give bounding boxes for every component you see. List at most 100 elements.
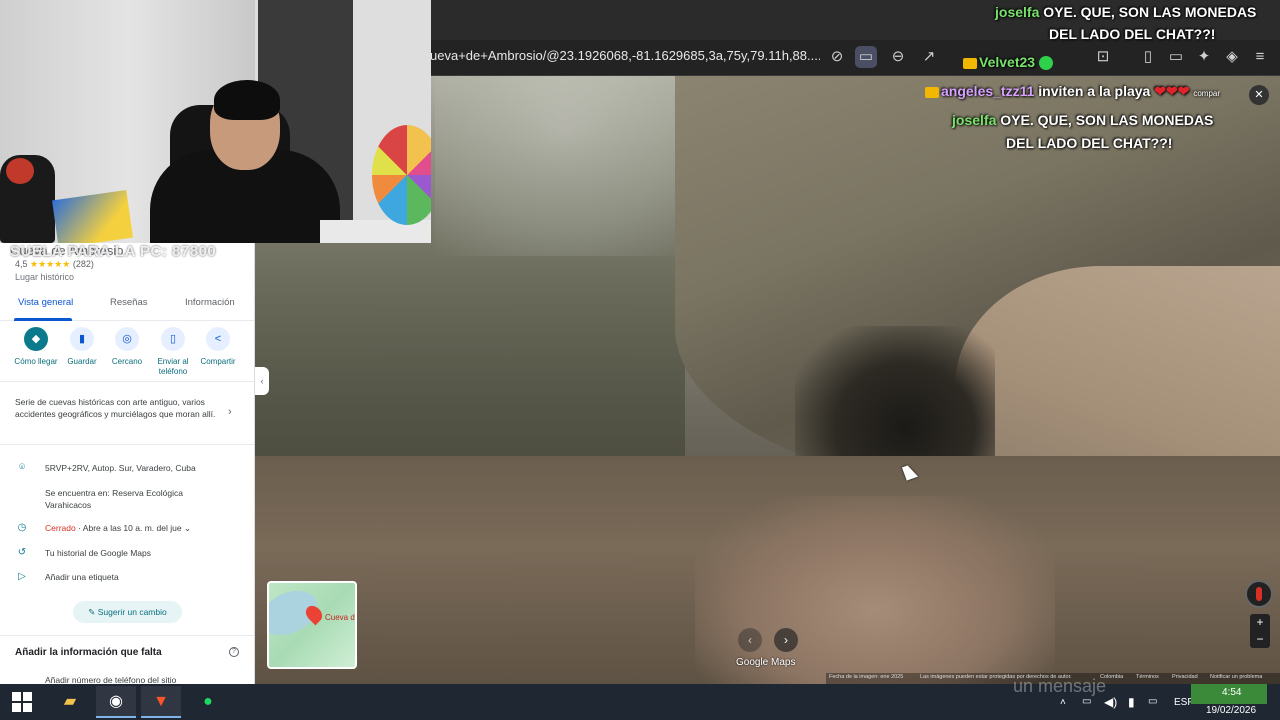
sidebar-toggle-icon[interactable]: ▯ bbox=[1137, 46, 1159, 68]
label-icon: ▷ bbox=[18, 571, 26, 582]
report-link[interactable]: Notificar un problema bbox=[1210, 674, 1262, 680]
screenshot-icon[interactable]: ⊡ bbox=[1092, 46, 1114, 68]
share-icon: < bbox=[206, 327, 230, 351]
missing-info-heading: Añadir la información que falta bbox=[15, 647, 162, 658]
zoom-out-map-icon[interactable]: − bbox=[1250, 631, 1270, 648]
save-label: Guardar bbox=[67, 357, 97, 366]
review-count[interactable]: (282) bbox=[73, 259, 94, 269]
history-row[interactable]: ↺ Tu historial de Google Maps bbox=[15, 547, 245, 561]
cast-icon[interactable]: ▭ bbox=[855, 46, 877, 68]
zoom-out-icon[interactable]: ⊖ bbox=[887, 46, 909, 68]
tab-reviews[interactable]: Reseñas bbox=[110, 297, 148, 308]
star-rating-icon: ★★★★★ bbox=[30, 259, 71, 269]
place-category[interactable]: Lugar histórico bbox=[15, 272, 74, 282]
chat-text: OYE. QUE, SON LAS MONEDAS bbox=[1043, 4, 1257, 20]
collapse-panel-button[interactable]: ‹ bbox=[255, 367, 269, 395]
rating-row: 4,5 ★★★★★ (282) bbox=[15, 259, 94, 270]
label-text: Añadir una etiqueta bbox=[45, 572, 119, 582]
battery-icon[interactable]: ▭ bbox=[1148, 696, 1157, 707]
chevron-right-icon[interactable]: › bbox=[228, 406, 232, 418]
watermark-text: un mensaje bbox=[1013, 676, 1107, 696]
nav-back-arrow-icon[interactable]: ‹ bbox=[738, 628, 762, 652]
nearby-label: Cercano bbox=[111, 357, 143, 366]
screen: ueva+de+Ambrosio/@23.1926068,-81.1629685… bbox=[0, 0, 1280, 720]
terms-link[interactable]: Términos bbox=[1136, 674, 1159, 680]
add-phone-link[interactable]: Añadir número de teléfono del sitio bbox=[45, 675, 176, 684]
imagery-date: Fecha de la imagen: ene 2025 bbox=[829, 674, 904, 680]
divider bbox=[0, 635, 254, 636]
directions-label: Cómo llegar bbox=[14, 357, 58, 366]
vpn-shield-icon[interactable]: ◈ bbox=[1221, 46, 1243, 68]
save-button[interactable]: ▮ Guardar bbox=[59, 327, 105, 367]
brave-browser-icon[interactable]: ▼ bbox=[141, 686, 181, 718]
close-icon[interactable]: ✕ bbox=[1249, 85, 1269, 105]
send-to-phone-label: Enviar al teléfono bbox=[157, 357, 189, 376]
menu-icon[interactable]: ≡ bbox=[1249, 46, 1271, 68]
address-text: 5RVP+2RV, Autop. Sur, Varadero, Cuba bbox=[45, 463, 196, 473]
share-button[interactable]: < Compartir bbox=[195, 327, 241, 367]
chat-message: angeles_tzz11 inviten a la playa ❤❤❤ com… bbox=[925, 83, 1220, 100]
located-in-text: Se encuentra en: Reserva Ecológica Varah… bbox=[45, 488, 183, 510]
history-text: Tu historial de Google Maps bbox=[45, 548, 151, 558]
help-icon[interactable]: ? bbox=[229, 647, 239, 657]
bookmark-icon: ▮ bbox=[70, 327, 94, 351]
chat-username: joselfa bbox=[995, 4, 1040, 20]
network-icon[interactable]: ▭ bbox=[1082, 696, 1091, 707]
nearby-button[interactable]: ◎ Cercano bbox=[104, 327, 150, 367]
leo-ai-icon[interactable]: ✦ bbox=[1193, 46, 1215, 68]
address-row[interactable]: ⌾ 5RVP+2RV, Autop. Sur, Varadero, Cuba bbox=[15, 462, 245, 476]
microphone-icon[interactable]: ▮ bbox=[1128, 695, 1135, 709]
zoom-in-icon[interactable]: + bbox=[1250, 614, 1270, 631]
no-tracking-icon[interactable]: ⊘ bbox=[826, 46, 848, 68]
crown-badge-icon bbox=[925, 86, 939, 98]
spotify-icon[interactable]: ● bbox=[188, 686, 228, 718]
phone-icon: ▯ bbox=[161, 327, 185, 351]
privacy-link[interactable]: Privacidad bbox=[1172, 674, 1198, 680]
minimap-label: Cueva de bbox=[325, 613, 357, 622]
wallet-icon[interactable]: ▭ bbox=[1165, 46, 1187, 68]
nav-forward-arrow-icon[interactable]: › bbox=[774, 628, 798, 652]
place-description[interactable]: Serie de cuevas históricas con arte anti… bbox=[15, 396, 225, 420]
clock-time[interactable]: 4:54 bbox=[1222, 687, 1241, 698]
address-bar[interactable]: ueva+de+Ambrosio/@23.1926068,-81.1629685… bbox=[430, 48, 820, 63]
google-maps-logo: Google Maps bbox=[736, 657, 796, 668]
chat-message: Velvet23 bbox=[963, 54, 1054, 71]
share-tooltip: compar bbox=[1193, 89, 1221, 98]
divider bbox=[0, 444, 254, 445]
label-row[interactable]: ▷ Añadir una etiqueta bbox=[15, 571, 245, 585]
hours-row[interactable]: ◷ Cerrado · Abre a las 10 a. m. del jue … bbox=[15, 522, 245, 536]
directions-button[interactable]: ◆ Cómo llegar bbox=[13, 327, 59, 367]
located-in-row[interactable]: Se encuentra en: Reserva Ecológica Varah… bbox=[15, 486, 245, 510]
plush-head bbox=[6, 158, 34, 184]
share-label: Compartir bbox=[200, 357, 236, 366]
chat-message-cont: DEL LADO DEL CHAT??! bbox=[1049, 26, 1216, 42]
active-tab-indicator bbox=[14, 318, 72, 321]
chat-text: inviten a la playa bbox=[1038, 83, 1151, 99]
share-page-icon[interactable]: ↗ bbox=[918, 46, 940, 68]
zoom-control[interactable]: + − bbox=[1250, 614, 1270, 648]
minimap[interactable]: Cueva de bbox=[267, 581, 357, 669]
snack-bag bbox=[52, 190, 133, 243]
compass-icon[interactable] bbox=[1245, 580, 1273, 608]
divider bbox=[0, 381, 254, 382]
tab-info[interactable]: Información bbox=[185, 297, 235, 308]
chat-username: angeles_tzz11 bbox=[941, 83, 1035, 99]
chat-message: joselfa OYE. QUE, SON LAS MONEDAS bbox=[952, 112, 1213, 128]
suggest-edit-button[interactable]: ✎ Sugerir un cambio bbox=[73, 601, 182, 623]
clock-icon: ◷ bbox=[17, 522, 27, 533]
tab-overview[interactable]: Vista general bbox=[18, 297, 73, 308]
obs-icon[interactable]: ◉ bbox=[96, 686, 136, 718]
place-tabs: Vista general Reseñas Información bbox=[0, 293, 254, 321]
file-explorer-icon[interactable]: ▰ bbox=[50, 686, 90, 718]
crown-badge-icon bbox=[963, 57, 977, 69]
hours-detail: · Abre a las 10 a. m. del jue bbox=[75, 523, 182, 533]
send-to-phone-button[interactable]: ▯ Enviar al teléfono bbox=[150, 327, 196, 377]
heart-emotes-icon: ❤❤❤ bbox=[1154, 83, 1190, 99]
windows-start-icon[interactable] bbox=[12, 692, 32, 712]
volume-icon[interactable]: ◀) bbox=[1104, 695, 1117, 709]
clock-date[interactable]: 19/02/2026 bbox=[1206, 705, 1256, 716]
dirt-path bbox=[695, 496, 1055, 684]
tray-chevron-icon[interactable]: ˄ bbox=[1060, 697, 1066, 708]
place-panel: Cueva de Ambrosio 4,5 ★★★★★ (282) Lugar … bbox=[0, 243, 255, 684]
chevron-down-icon[interactable]: ⌄ bbox=[184, 523, 191, 533]
